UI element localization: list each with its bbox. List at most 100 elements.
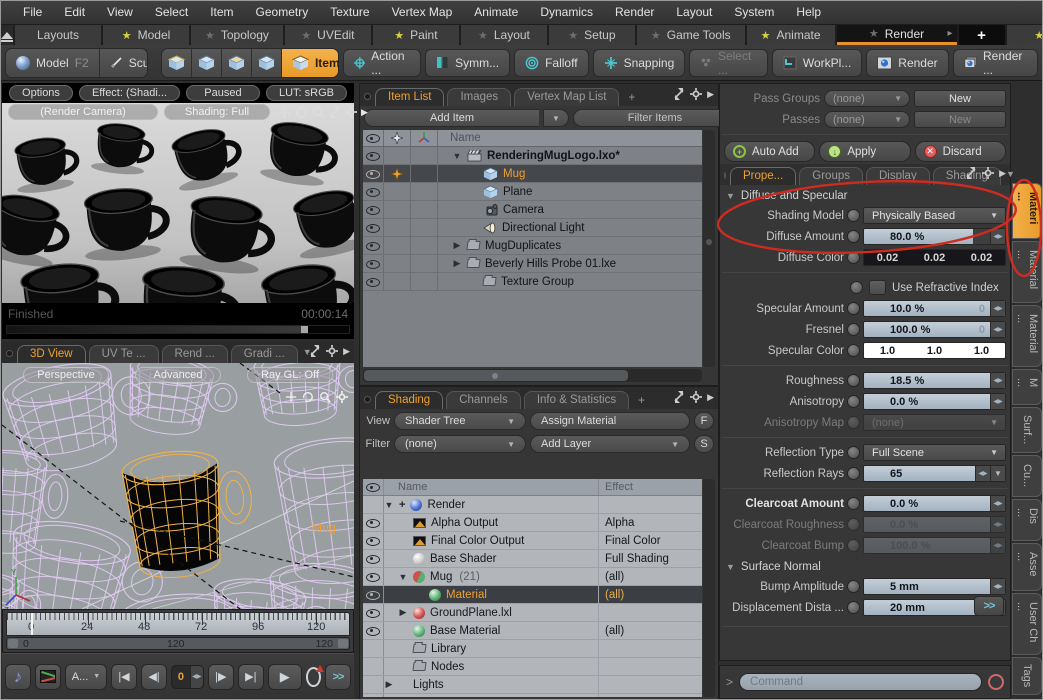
visibility-eye-icon[interactable] [363,237,384,254]
select-through-button[interactable]: Select ... [689,49,768,77]
add-layout-tab-button[interactable]: + [959,25,1005,45]
shader-row-render[interactable]: ▼+Render [363,496,702,514]
frame-stepper[interactable]: ◀▶ [190,666,203,688]
shader-row-base-shader[interactable]: Base Shader Full Shading [363,550,702,568]
shading-model-dropdown[interactable]: Physically Based▼ [863,207,1006,224]
item-row-texture-group[interactable]: Texture Group [363,273,702,291]
chevron-right-icon[interactable]: ▶ [707,392,714,403]
clearcoat-amount-slider[interactable]: 0.0 %◀▶ [863,495,1006,512]
layout-tab-setup[interactable]: ★Setup [549,25,635,45]
menu-dynamics[interactable]: Dynamics [530,1,603,24]
passes-dropdown[interactable]: (none)▼ [824,111,910,128]
star-icon[interactable]: ★ [568,29,578,42]
layout-tab-only[interactable]: ★Only [1007,25,1043,45]
channel-button[interactable] [847,302,860,315]
stepper-icon[interactable]: ◀▶ [975,466,990,481]
collapse-arrow-icon[interactable]: ▼ [452,151,462,161]
tab-properties[interactable]: Prope... [730,167,796,185]
shader-row-groundplane[interactable]: ▶GroundPlane.lxl [363,604,702,622]
diffuse-amount-slider[interactable]: 80.0 %◀▶ [863,228,1006,245]
center-mode-button[interactable] [252,49,282,77]
add-tab-button[interactable]: + [632,393,651,409]
3d-wireframe-viewport[interactable]: YZ Perspective Advanced Ray GL: Off Mug [2,363,354,609]
visibility-eye-icon[interactable] [363,532,384,549]
tab-channels[interactable]: Channels [446,391,521,409]
layout-tab-render-active[interactable]: ★Render [837,25,957,45]
chevron-right-icon[interactable]: ▶ [343,346,350,357]
shader-row-nodes[interactable]: Nodes [363,658,702,676]
current-frame-field[interactable]: 0◀▶ [171,665,204,689]
corner-dot-icon[interactable] [364,396,371,403]
dropdown-arrow-icon[interactable]: ▼ [990,466,1005,481]
shader-row-material-selected[interactable]: Material (all) [363,586,702,604]
channel-button[interactable] [847,323,860,336]
tab-shading[interactable]: Shading [375,391,443,409]
menu-vertex-map[interactable]: Vertex Map [382,1,463,24]
channel-button[interactable] [847,467,860,480]
menu-texture[interactable]: Texture [320,1,379,24]
visibility-eye-icon[interactable] [363,165,384,182]
menu-layout[interactable]: Layout [666,1,722,24]
gear-icon[interactable] [690,391,702,403]
rotate-icon[interactable] [302,391,314,403]
graph-editor-button[interactable] [35,664,61,690]
raygl-button[interactable]: Ray GL: Off [247,367,333,383]
tab-3d-view[interactable]: 3D View [17,345,86,363]
stepper-icon[interactable]: ◀▶ [990,579,1005,594]
timeline[interactable]: 0 24 48 72 96 120 0 120 120 [2,609,354,653]
view-type-button[interactable]: Perspective [23,367,109,383]
record-clock-icon[interactable] [306,667,321,687]
vtab-surface[interactable]: Surf... [1012,407,1042,453]
pan-icon[interactable] [278,106,291,119]
menu-select[interactable]: Select [145,1,198,24]
reflection-type-dropdown[interactable]: Full Scene▼ [863,444,1006,461]
lut-button[interactable]: LUT: sRGB [266,85,347,101]
new-pass-group-button[interactable]: New [914,90,1006,107]
menu-system[interactable]: System [724,1,784,24]
vtab-custom[interactable]: Cu... [1012,455,1042,497]
camera-selector-button[interactable]: (Render Camera) [8,104,158,120]
render-preview-viewport[interactable]: Options Effect: (Shadi... Paused LUT: sR… [2,83,354,339]
sculpt-mode-button[interactable]: Sculpt [100,49,148,77]
item-list-scrollbar[interactable] [703,130,715,367]
item-row-directional-light[interactable]: Directional Light [363,219,702,237]
anisotropy-map-dropdown[interactable]: (none)▼ [863,414,1006,431]
star-icon[interactable]: ★ [301,29,311,42]
expand-arrow-icon[interactable]: ▶ [398,607,408,618]
layout-tab-model[interactable]: ★Model [103,25,189,45]
specular-amount-slider[interactable]: 10.0 %0◀▶ [863,300,1006,317]
collapse-arrow-icon[interactable]: ▼ [398,572,408,582]
vtab-material-active[interactable]: Materi ... [1012,183,1042,239]
expand-arrow-icon[interactable]: ▶ [452,258,462,269]
add-layer-dropdown[interactable]: Add Layer▼ [530,435,690,453]
channel-button[interactable] [847,446,860,459]
view-mode-dropdown[interactable]: Shader Tree▼ [394,412,526,430]
gear-icon[interactable] [690,88,702,100]
vtab-material-2[interactable]: Material ... [1012,241,1042,303]
channel-button[interactable] [847,230,860,243]
chevron-right-icon[interactable]: ▶ [707,89,714,100]
items-mode-button[interactable]: Items5 [282,49,339,77]
discard-button[interactable]: ✕Discard [915,141,1006,162]
vtab-user-channels[interactable]: User Ch ... [1012,593,1042,655]
shader-tree-scrollbar[interactable] [703,479,715,697]
menu-render[interactable]: Render [605,1,664,24]
vtab-displacement[interactable]: Dis ... [1012,499,1042,541]
shader-row-base-material[interactable]: Base Material (all) [363,622,702,640]
item-row-camera[interactable]: Camera [363,201,702,219]
corner-dot-icon[interactable] [6,350,13,357]
channel-button[interactable] [847,416,860,429]
section-surface-normal[interactable]: ▼Surface Normal [720,558,1010,576]
frame-range-slider[interactable]: 0 120 120 [6,637,350,650]
tab-vertex-map-list[interactable]: Vertex Map List [514,88,619,106]
symmetry-button[interactable]: Symm... [425,49,510,77]
stepper-icon[interactable]: ◀▶ [990,322,1005,337]
fresnel-slider[interactable]: 100.0 %0◀▶ [863,321,1006,338]
channel-button[interactable] [847,580,860,593]
visibility-eye-icon[interactable] [363,201,384,218]
visibility-eye-icon[interactable] [363,586,384,603]
expand-arrow-icon[interactable]: ▶ [452,240,462,251]
layout-tab-paint[interactable]: ★Paint [373,25,459,45]
vtab-material-3[interactable]: Material ... [1012,305,1042,367]
channel-button[interactable] [847,395,860,408]
